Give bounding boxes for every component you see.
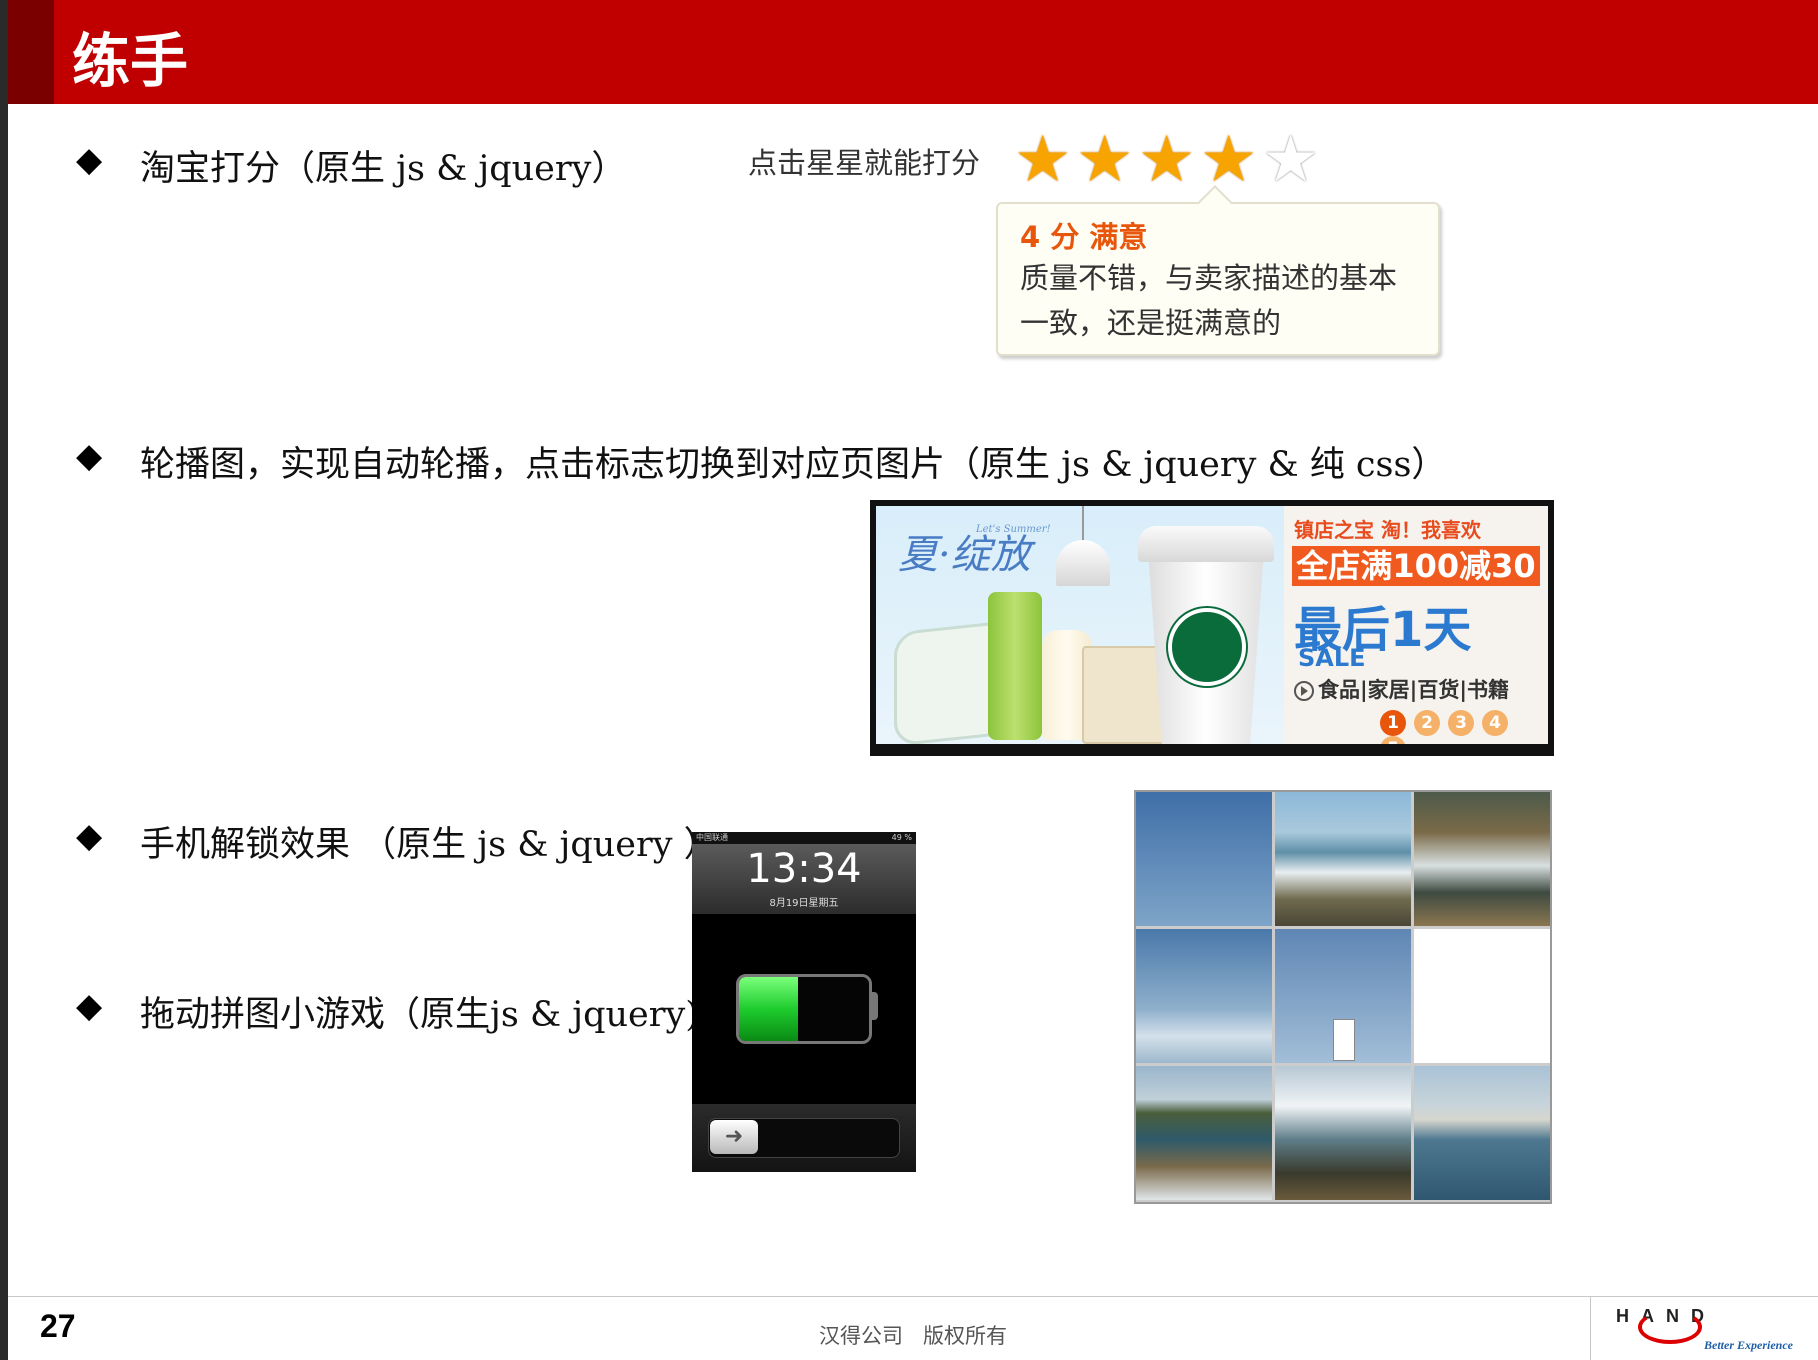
rating-description: 质量不错，与卖家描述的基本一致，还是挺满意的 — [1020, 261, 1398, 340]
puzzle-tile[interactable] — [1275, 929, 1411, 1063]
rating-score: 4 分 满意 — [1020, 220, 1148, 254]
bullet-diamond-icon: ◆ — [76, 816, 103, 856]
promo-categories-text: 食品|家居|百货|书籍 — [1318, 678, 1510, 702]
bullet-text-unlock: 手机解锁效果 （原生 js & jquery ） — [140, 825, 719, 865]
play-icon — [1294, 681, 1314, 701]
puzzle-tile[interactable] — [1275, 1066, 1411, 1200]
lamp-cord — [1082, 506, 1084, 542]
logo-divider — [1590, 1296, 1591, 1360]
puzzle-tile[interactable] — [1275, 792, 1411, 926]
lamp-image — [1056, 540, 1110, 586]
logo-tagline: Better Experience — [1704, 1338, 1793, 1352]
lighthouse-image — [1333, 1019, 1355, 1061]
bullet-diamond-icon: ◆ — [76, 140, 103, 180]
rating-tooltip: 4 分 满意 质量不错，与卖家描述的基本一致，还是挺满意的 — [996, 185, 1440, 356]
bullet-diamond-icon: ◆ — [76, 436, 103, 476]
water-bottle-image — [988, 592, 1042, 740]
unlock-slider: ➜ — [692, 1104, 916, 1172]
bullet-text-rating: 淘宝打分（原生 js & jquery） — [140, 149, 627, 189]
copyright: 汉得公司 版权所有 — [818, 1324, 1008, 1348]
puzzle-tile[interactable] — [1136, 1066, 1272, 1200]
carousel-dot[interactable]: 2 — [1414, 710, 1440, 736]
rating-label: 点击星星就能打分 — [748, 146, 981, 180]
battery-level — [739, 977, 798, 1041]
battery-icon — [736, 974, 872, 1044]
carousel-dot[interactable]: 1 — [1380, 710, 1406, 736]
star-icon[interactable]: ★ — [1200, 128, 1257, 192]
title-bar: 练手 — [8, 0, 1818, 104]
coffee-logo-icon — [1168, 608, 1246, 686]
star-icon[interactable]: ★ — [1262, 128, 1319, 192]
bullet-diamond-icon: ◆ — [76, 986, 103, 1026]
puzzle-board — [1134, 790, 1552, 1204]
puzzle-tile[interactable] — [1414, 1066, 1550, 1200]
carousel-subtitle: Let's Summer! — [976, 524, 1051, 535]
puzzle-empty-slot — [1414, 929, 1550, 1063]
arrow-right-icon[interactable]: ➜ — [710, 1120, 758, 1154]
logo-swoosh-icon — [1638, 1310, 1702, 1344]
star-icon[interactable]: ★ — [1076, 128, 1133, 192]
phone-status-bar: 中国联通 49 % — [692, 832, 916, 844]
bullet-text-puzzle: 拖动拼图小游戏（原生js & jquery) — [140, 995, 699, 1035]
puzzle-tile[interactable] — [1136, 792, 1272, 926]
promo-sale: SALE — [1298, 644, 1366, 672]
title-accent — [8, 0, 54, 104]
carrier-label: 中国联通 — [696, 833, 728, 842]
bullet-text-carousel: 轮播图，实现自动轮播，点击标志切换到对应页图片（原生 js & jquery &… — [140, 445, 1447, 485]
footer-divider — [8, 1296, 1818, 1297]
carousel-dot[interactable]: 4 — [1482, 710, 1508, 736]
carousel-dot[interactable]: 5 — [1380, 736, 1406, 744]
phone-time: 13:34 — [746, 846, 862, 892]
promo-tagline: 镇店之宝 淘！我喜欢 — [1294, 518, 1481, 542]
star-icon[interactable]: ★ — [1014, 128, 1071, 192]
coffee-lid-image — [1138, 526, 1274, 562]
carousel: 夏·绽放 Let's Summer! 镇店之宝 淘！我喜欢 全店满100减30 … — [870, 500, 1554, 756]
promo-panel: 镇店之宝 淘！我喜欢 全店满100减30 最后1天 SALE 食品|家居|百货|… — [1284, 506, 1548, 744]
battery-tip — [870, 992, 878, 1020]
star-icon[interactable]: ★ — [1138, 128, 1195, 192]
carousel-indicators: 1234 5 — [1380, 710, 1548, 744]
carousel-dot[interactable]: 3 — [1448, 710, 1474, 736]
phone-lockscreen: 中国联通 49 % 13:34 8月19日星期五 ➜ — [692, 832, 916, 1172]
puzzle-tile[interactable] — [1414, 792, 1550, 926]
battery-percent: 49 % — [891, 833, 912, 842]
slide: 练手 ◆ 淘宝打分（原生 js & jquery） 点击星星就能打分 ★ ★ ★… — [8, 0, 1818, 1360]
carousel-slide[interactable]: 夏·绽放 Let's Summer! 镇店之宝 淘！我喜欢 全店满100减30 … — [876, 506, 1548, 744]
promo-discount: 全店满100减30 — [1292, 546, 1540, 586]
puzzle-tile[interactable] — [1136, 929, 1272, 1063]
phone-date: 8月19日星期五 — [769, 898, 839, 909]
company-logo: HAND Better Experience — [1616, 1306, 1812, 1356]
phone-clock-panel: 13:34 8月19日星期五 — [692, 844, 916, 914]
promo-categories: 食品|家居|百货|书籍 — [1294, 674, 1509, 704]
slide-title: 练手 — [72, 27, 189, 95]
